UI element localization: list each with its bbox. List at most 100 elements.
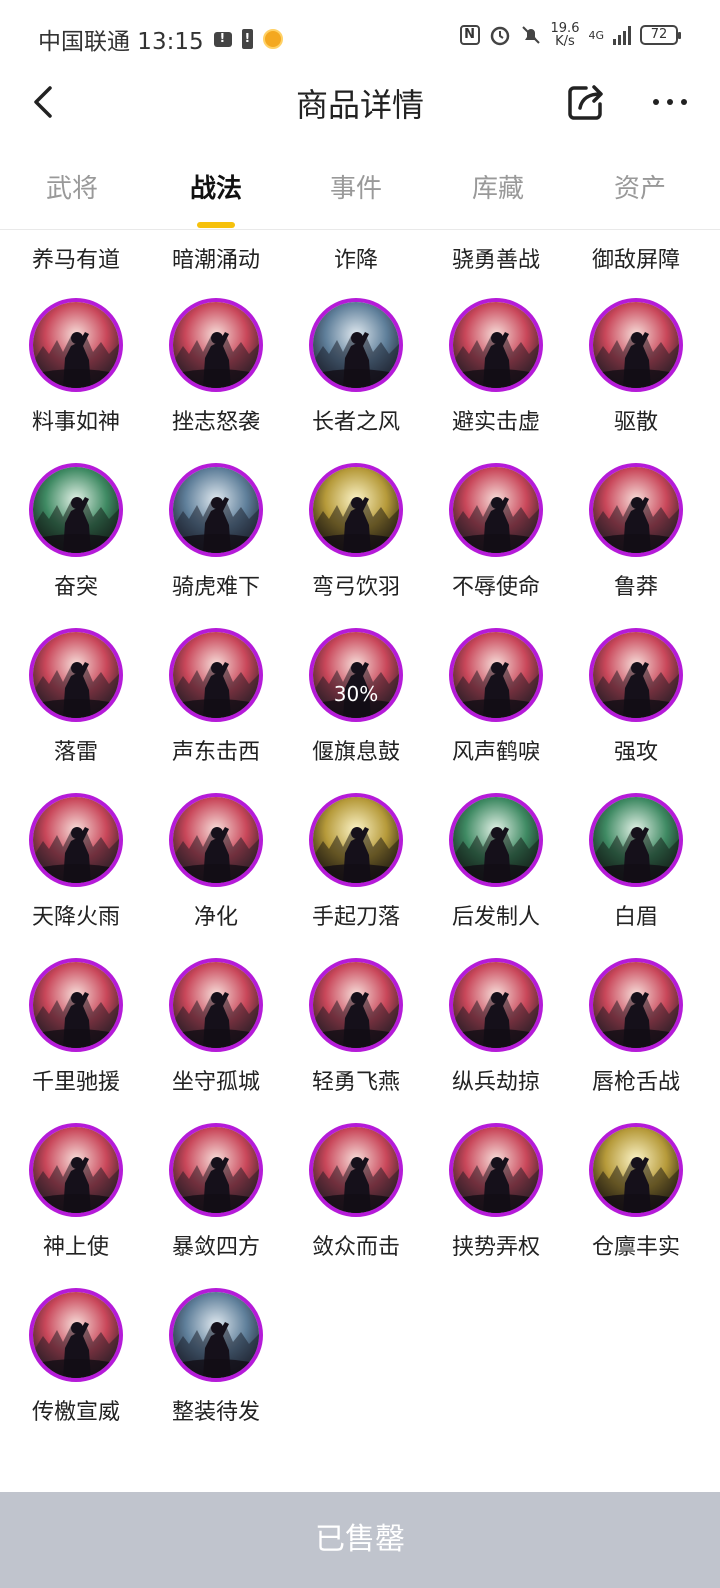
skill-item[interactable]: 神上使: [6, 1123, 146, 1283]
skill-item[interactable]: 长者之风: [286, 298, 426, 458]
sold-out-button[interactable]: 已售罄: [0, 1492, 720, 1588]
skill-icon: 30%: [309, 628, 403, 722]
skill-icon: [169, 958, 263, 1052]
skill-icon: [309, 958, 403, 1052]
skill-item[interactable]: 风声鹤唳: [426, 628, 566, 788]
skill-item[interactable]: 强攻: [566, 628, 706, 788]
skill-item[interactable]: 奋突: [6, 463, 146, 623]
skill-artwork: [313, 1127, 399, 1213]
skill-label: 天降火雨: [31, 905, 120, 930]
header: 商品详情: [0, 70, 720, 135]
skill-label: 暴敛四方: [171, 1235, 260, 1260]
skill-item[interactable]: 落雷: [6, 628, 146, 788]
active-tab-indicator: [197, 222, 235, 228]
skill-item[interactable]: 仓廪丰实: [566, 1123, 706, 1283]
skill-label: 不辱使命: [451, 575, 540, 600]
skill-label: 传檄宣威: [31, 1400, 120, 1425]
skill-label: 坐守孤城: [171, 1070, 260, 1095]
skill-item[interactable]: 手起刀落: [286, 793, 426, 953]
skill-item[interactable]: 轻勇飞燕: [286, 958, 426, 1118]
skill-artwork: [33, 302, 119, 388]
tab-zhanfa[interactable]: 战法: [156, 168, 276, 205]
signal-icon: [613, 25, 631, 45]
skill-label: 轻勇飞燕: [311, 1070, 400, 1095]
skill-label[interactable]: 御敌屏障: [566, 242, 706, 274]
skill-item[interactable]: 敛众而击: [286, 1123, 426, 1283]
status-bar-right: N 19.6 K/s 4G 72: [459, 22, 681, 49]
skill-label[interactable]: 暗潮涌动: [146, 242, 286, 274]
skill-icon: [309, 298, 403, 392]
skill-label: 白眉: [613, 905, 658, 930]
skill-artwork: [173, 962, 259, 1048]
skill-label: 料事如神: [31, 410, 120, 435]
skill-artwork: [173, 1292, 259, 1378]
skill-icon: [309, 1123, 403, 1217]
speed-unit: K/s: [555, 34, 575, 49]
skill-label[interactable]: 诈降: [286, 242, 426, 274]
skill-item[interactable]: 避实击虚: [426, 298, 566, 458]
skill-artwork: [453, 302, 539, 388]
tab-kucang[interactable]: 库藏: [438, 168, 558, 205]
skill-item[interactable]: 骑虎难下: [146, 463, 286, 623]
skill-item[interactable]: 纵兵劫掠: [426, 958, 566, 1118]
alarm-icon: [490, 26, 509, 46]
skill-icon: [449, 793, 543, 887]
tab-zichan[interactable]: 资产: [580, 168, 700, 205]
skill-item[interactable]: 整装待发: [146, 1288, 286, 1448]
skill-label: 奋突: [53, 575, 98, 600]
skill-artwork: [313, 302, 399, 388]
skill-item[interactable]: 坐守孤城: [146, 958, 286, 1118]
skill-label: 后发制人: [451, 905, 540, 930]
share-button[interactable]: [566, 82, 608, 122]
skill-icon: [589, 298, 683, 392]
skill-label: 净化: [193, 905, 238, 930]
skill-item[interactable]: 挫志怒袭: [146, 298, 286, 458]
skill-icon: [589, 958, 683, 1052]
tab-shijian[interactable]: 事件: [296, 168, 416, 205]
skill-label: 唇枪舌战: [591, 1070, 680, 1095]
skill-label: 风声鹤唳: [451, 740, 540, 765]
mute-icon: [521, 26, 540, 44]
skill-item[interactable]: 鲁莽: [566, 463, 706, 623]
skill-item[interactable]: 净化: [146, 793, 286, 953]
skill-item[interactable]: 弯弓饮羽: [286, 463, 426, 623]
skill-label[interactable]: 骁勇善战: [426, 242, 566, 274]
skill-item[interactable]: 30% 偃旗息鼓: [286, 628, 426, 788]
skill-label: 纵兵劫掠: [451, 1070, 540, 1095]
skill-item[interactable]: 唇枪舌战: [566, 958, 706, 1118]
tab-wujiang[interactable]: 武将: [12, 168, 132, 205]
skill-item[interactable]: 驱散: [566, 298, 706, 458]
skill-icon: [29, 463, 123, 557]
skill-label: 驱散: [613, 410, 658, 435]
skill-icon: [589, 463, 683, 557]
skill-artwork: [453, 962, 539, 1048]
skill-item[interactable]: 挟势弄权: [426, 1123, 566, 1283]
skill-artwork: [173, 467, 259, 553]
skill-item[interactable]: 传檄宣威: [6, 1288, 146, 1448]
battery-level: 72: [640, 25, 681, 45]
share-icon: [568, 85, 603, 120]
skill-artwork: [593, 302, 679, 388]
skill-label[interactable]: 养马有道: [6, 242, 146, 274]
skill-item[interactable]: 不辱使命: [426, 463, 566, 623]
skill-item[interactable]: 天降火雨: [6, 793, 146, 953]
skill-item[interactable]: 白眉: [566, 793, 706, 953]
skill-item[interactable]: 料事如神: [6, 298, 146, 458]
partial-skill-row: 养马有道 暗潮涌动 诈降 骁勇善战 御敌屏障: [0, 236, 720, 276]
skill-icon: [309, 463, 403, 557]
app-notification-icon: [262, 29, 283, 49]
skill-item[interactable]: 后发制人: [426, 793, 566, 953]
skill-progress-badge: 30%: [333, 682, 379, 706]
skill-item[interactable]: 声东击西: [146, 628, 286, 788]
skill-icon: [589, 628, 683, 722]
nfc-icon: N: [459, 25, 480, 45]
skill-artwork: [173, 1127, 259, 1213]
more-button[interactable]: [650, 82, 690, 122]
skill-item[interactable]: 暴敛四方: [146, 1123, 286, 1283]
skill-icon: [449, 298, 543, 392]
skill-label: 落雷: [53, 740, 98, 765]
skill-artwork: [313, 962, 399, 1048]
status-bar: 中国联通 13:15 N 19.6 K/s 4G 72: [0, 0, 720, 70]
skill-item[interactable]: 千里驰援: [6, 958, 146, 1118]
skill-label: 挫志怒袭: [171, 410, 260, 435]
